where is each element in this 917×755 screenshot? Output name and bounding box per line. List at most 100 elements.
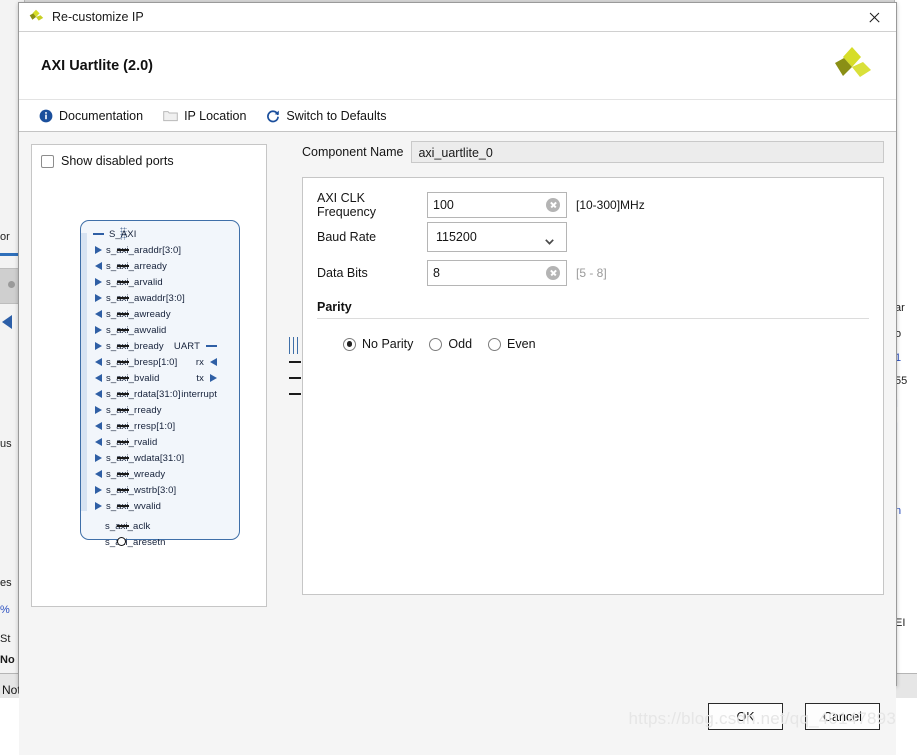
parity-option-no-parity[interactable]: No Parity (343, 337, 413, 351)
baud-rate-select[interactable]: 115200 (427, 222, 567, 252)
port-input-arrow-icon (95, 406, 102, 414)
dialog-footer: OK Cancel https://blog.csdn.net/qq_40147… (19, 685, 896, 755)
checkbox-box (41, 154, 54, 168)
port-stub (117, 393, 129, 395)
parity-radio-group: No Parity Odd Even (343, 337, 552, 351)
chevron-down-icon (545, 234, 554, 245)
port-stub (117, 425, 129, 427)
port-row[interactable]: interrupt (181, 386, 217, 402)
port-row[interactable]: s_axi_bresp[1:0] (81, 354, 177, 370)
xilinx-logo-icon (828, 44, 874, 88)
port-label: s_axi_aresetn (105, 536, 166, 548)
port-input-arrow-icon (95, 294, 102, 302)
xilinx-logo-icon (27, 8, 45, 26)
parity-option-label: Even (507, 337, 536, 351)
info-icon (39, 109, 53, 123)
background-right-fragment: n (895, 505, 902, 517)
bus-group-row[interactable]: S_AXI (81, 226, 136, 242)
parity-option-label: Odd (448, 337, 473, 351)
port-input-arrow-icon (95, 246, 102, 254)
port-label: rx (195, 356, 204, 368)
radio-icon (429, 337, 443, 351)
port-stub (117, 265, 129, 267)
port-row[interactable]: s_axi_aclk (81, 518, 150, 534)
port-label: interrupt (181, 388, 217, 400)
ok-button[interactable]: OK (708, 703, 783, 730)
clear-icon[interactable] (546, 198, 560, 212)
port-stub (117, 457, 129, 459)
data-bits-row: Data Bits 8 [5 - 8] (317, 260, 607, 286)
data-bits-input[interactable]: 8 (427, 260, 567, 286)
port-stub (289, 361, 301, 363)
port-row[interactable]: rx (196, 354, 217, 370)
parity-section-header: Parity (317, 300, 869, 319)
background-left-arrow-icon (2, 315, 12, 329)
show-disabled-ports-checkbox[interactable]: Show disabled ports (41, 154, 174, 168)
port-output-arrow-icon (95, 422, 102, 430)
port-label: s_axi_bready (106, 340, 164, 352)
port-stub (117, 525, 129, 527)
port-label: s_axi_bvalid (106, 372, 160, 384)
port-stub (117, 505, 129, 507)
port-label: UART (173, 340, 200, 352)
port-stub (117, 281, 129, 283)
re-customize-ip-dialog: Re-customize IP AXI Uartlite (2.0) Docum… (18, 2, 897, 755)
background-right-fragment: o (895, 328, 902, 340)
cancel-button[interactable]: Cancel (805, 703, 880, 730)
bus-line-icon (206, 345, 217, 347)
port-row[interactable]: s_axi_araddr[3:0] (81, 242, 181, 258)
port-output-arrow-icon (95, 390, 102, 398)
port-stub (117, 297, 129, 299)
ip-location-link[interactable]: IP Location (163, 109, 246, 123)
port-input-arrow-icon (95, 278, 102, 286)
radio-icon (488, 337, 502, 351)
port-input-arrow-icon (95, 454, 102, 462)
active-low-bubble-icon (117, 537, 126, 546)
port-label: s_axi_awvalid (106, 324, 167, 336)
port-input-arrow-icon (95, 342, 102, 350)
radio-icon (343, 337, 356, 351)
ip-block-symbol: S_AXI s_axi_araddr[3:0] s_axi_arready s_ax… (80, 220, 301, 548)
port-row[interactable]: UART (174, 338, 217, 354)
background-right-fragment: I (895, 398, 917, 410)
ip-location-label: IP Location (184, 108, 247, 123)
data-bits-label: Data Bits (317, 266, 368, 280)
port-row[interactable]: s_axi_awaddr[3:0] (81, 290, 185, 306)
dialog-body: Show disabled ports S_AXI s_axi_araddr[3… (19, 132, 896, 685)
parity-option-even[interactable]: Even (488, 337, 536, 351)
close-icon[interactable] (852, 3, 896, 31)
component-name-input[interactable]: axi_uartlite_0 (411, 141, 884, 163)
port-stub (117, 329, 129, 331)
port-label: s_axi_rvalid (106, 436, 158, 448)
documentation-link[interactable]: Documentation (39, 109, 143, 123)
axi-clk-frequency-label: AXI CLK Frequency (317, 191, 377, 219)
port-output-arrow-icon (95, 374, 102, 382)
port-output-arrow-icon (210, 374, 217, 382)
baud-rate-row: Baud Rate 115200 (317, 222, 567, 252)
port-row[interactable]: tx (196, 370, 217, 386)
background-right-fragment: 55 (895, 375, 908, 387)
bus-line-icon (93, 233, 104, 235)
port-label: tx (196, 372, 204, 384)
parity-option-odd[interactable]: Odd (429, 337, 472, 351)
background-left-dot-icon (8, 281, 15, 288)
port-output-arrow-icon (95, 262, 102, 270)
ip-title: AXI Uartlite (2.0) (41, 58, 153, 74)
axi-clk-frequency-input[interactable]: 100 (427, 192, 567, 218)
port-label: s_axi_wready (106, 468, 166, 480)
clear-icon[interactable] (546, 266, 560, 280)
port-row[interactable]: s_axi_rdata[31:0] (81, 386, 181, 402)
port-row[interactable]: s_axi_wdata[31:0] (81, 450, 184, 466)
port-output-arrow-icon (95, 470, 102, 478)
switch-to-defaults-link[interactable]: Switch to Defaults (266, 109, 386, 123)
component-name-label: Component Name (302, 145, 404, 159)
port-output-arrow-icon (95, 358, 102, 366)
data-bits-hint: [5 - 8] (576, 266, 607, 280)
port-label: s_axi_rready (106, 404, 162, 416)
port-stub (117, 409, 129, 411)
background-right-fragment: ar (895, 302, 905, 314)
port-input-arrow-icon (95, 326, 102, 334)
port-input-arrow-icon (210, 358, 217, 366)
dialog-toolbar: Documentation IP Location Switch to Defa… (19, 100, 896, 132)
background-right-fragment: EI (895, 617, 906, 629)
